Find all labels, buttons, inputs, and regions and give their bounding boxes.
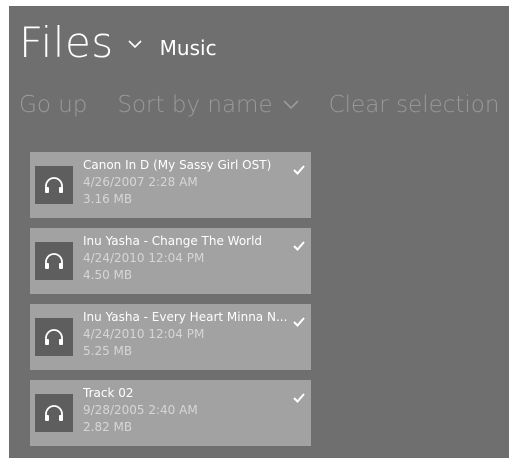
file-name: Inu Yasha - Change The World [83, 234, 263, 248]
toolbar: Go up Sort by name Clear selection [19, 92, 499, 118]
file-name: Track 02 [83, 386, 134, 400]
file-item[interactable]: Canon In D (My Sassy Girl OST) 4/26/2007… [30, 152, 311, 218]
file-date: 4/26/2007 2:28 AM [83, 175, 198, 189]
file-name: Inu Yasha - Every Heart Minna N... [83, 310, 288, 324]
chevron-down-icon[interactable] [128, 34, 142, 53]
headphones-icon [35, 318, 73, 356]
current-folder[interactable]: Music [160, 36, 217, 60]
checkmark-icon [293, 388, 305, 407]
sort-label: Sort by name [117, 92, 273, 118]
clear-selection-button[interactable]: Clear selection [329, 92, 500, 118]
checkmark-icon [293, 160, 305, 179]
file-name: Canon In D (My Sassy Girl OST) [83, 158, 272, 172]
file-date: 9/28/2005 2:40 AM [83, 403, 198, 417]
file-item[interactable]: Inu Yasha - Every Heart Minna N... 4/24/… [30, 304, 311, 370]
file-size: 3.16 MB [83, 192, 133, 206]
headphones-icon [35, 166, 73, 204]
file-date: 4/24/2010 12:04 PM [83, 251, 205, 265]
file-size: 2.82 MB [83, 420, 133, 434]
sort-dropdown[interactable]: Sort by name [117, 92, 299, 118]
file-list: Canon In D (My Sassy Girl OST) 4/26/2007… [30, 152, 311, 456]
chevron-down-icon [283, 100, 299, 110]
header: Files Music [19, 18, 217, 67]
checkmark-icon [293, 312, 305, 331]
file-date: 4/24/2010 12:04 PM [83, 327, 205, 341]
checkmark-icon [293, 236, 305, 255]
file-item[interactable]: Track 02 9/28/2005 2:40 AM 2.82 MB [30, 380, 311, 446]
file-size: 4.50 MB [83, 268, 133, 282]
headphones-icon [35, 394, 73, 432]
app-window: Files Music Go up Sort by name Clear sel… [9, 6, 509, 458]
file-size: 5.25 MB [83, 344, 133, 358]
file-item[interactable]: Inu Yasha - Change The World 4/24/2010 1… [30, 228, 311, 294]
page-title: Files [19, 18, 114, 67]
go-up-button[interactable]: Go up [19, 92, 87, 118]
headphones-icon [35, 242, 73, 280]
